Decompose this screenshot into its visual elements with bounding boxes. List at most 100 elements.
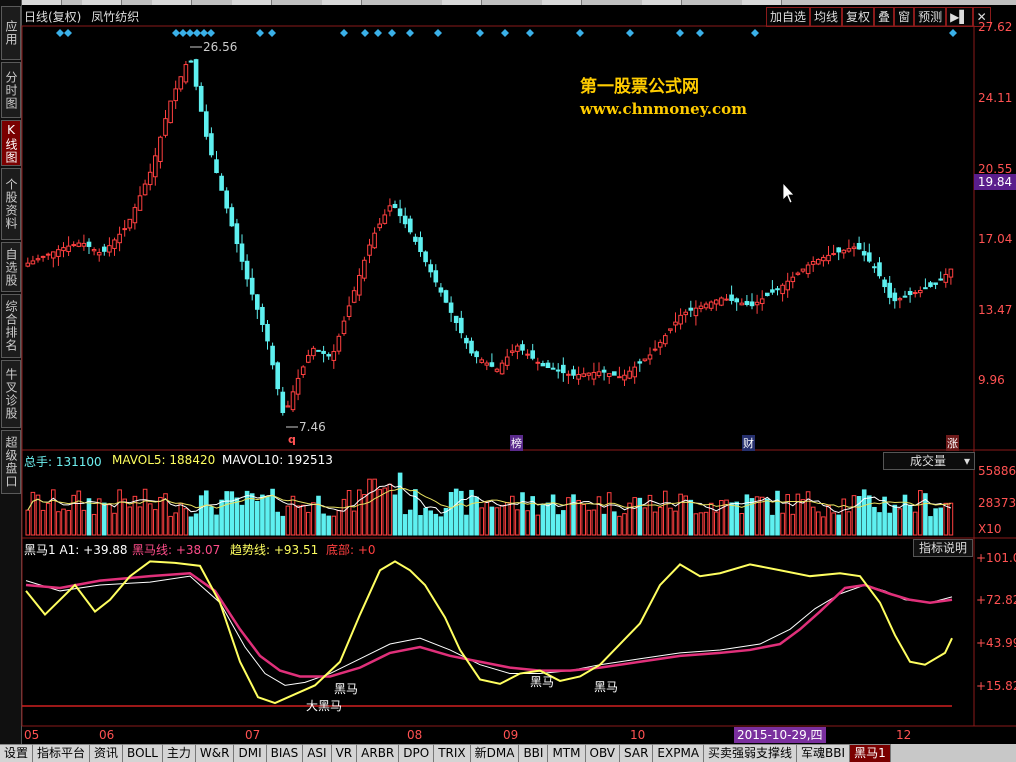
heima-line (25, 571, 953, 678)
volume-bar (423, 507, 428, 536)
volume-bar (295, 505, 301, 536)
volume-bar (86, 498, 92, 536)
volume-bar (668, 507, 673, 536)
volume-bar (520, 492, 525, 536)
mavol5-label: MAVOL5: 188420 (112, 453, 216, 467)
candle-body (290, 391, 296, 411)
date-tick: 09 (503, 728, 519, 742)
candle-body (453, 315, 459, 324)
bottom-tab[interactable]: DMI (234, 744, 267, 762)
volume-bar (800, 499, 806, 536)
candle-body (255, 294, 260, 310)
candle-body (918, 289, 923, 294)
mavol10-label: MAVOL10: 192513 (222, 453, 333, 467)
bottom-tab[interactable]: BOLL (123, 744, 163, 762)
candle-body (708, 301, 714, 309)
volume-bar (188, 516, 194, 536)
event-mark[interactable]: 涨 (946, 435, 959, 451)
bottom-tab[interactable]: 新DMA (470, 744, 520, 762)
volume-unit: X10 (978, 522, 1002, 536)
candle-body (61, 247, 66, 252)
candle-body (209, 133, 214, 156)
event-mark[interactable]: 榜 (510, 435, 523, 451)
volume-bar (102, 502, 107, 536)
volume-bar (336, 510, 342, 536)
bottom-tab[interactable]: TRIX (434, 744, 471, 762)
volume-bar (51, 489, 56, 536)
trend-line (25, 560, 953, 705)
bottom-tab[interactable]: EXPMA (653, 744, 705, 762)
candle-body (581, 373, 587, 377)
volume-bar (45, 502, 51, 536)
volume-bar (214, 514, 219, 536)
volume-bar (622, 513, 627, 536)
candle-body (647, 354, 653, 360)
candle-body (76, 242, 82, 247)
candle-body (423, 251, 428, 263)
bottom-tab[interactable]: ASI (303, 744, 332, 762)
volume-bar (153, 509, 158, 536)
candle-body (714, 299, 719, 305)
volume-bar (173, 512, 178, 536)
candle-body (71, 244, 77, 247)
candle-body (341, 320, 347, 335)
bottom-tab[interactable]: ARBR (357, 744, 400, 762)
volume-bar (428, 510, 433, 536)
date-tick: 10 (630, 728, 646, 742)
candle-body (867, 252, 872, 262)
bottom-tab[interactable]: VR (331, 744, 358, 762)
volume-bar (81, 509, 87, 536)
price-tick: 13.47 (978, 303, 1013, 317)
volume-bar (657, 506, 663, 536)
candle-body (153, 155, 158, 178)
bottom-tab[interactable]: 设置 (0, 744, 34, 762)
bottom-tab[interactable]: BIAS (266, 744, 304, 762)
candle-body (749, 301, 755, 307)
date-tick: 12 (896, 728, 912, 742)
bottom-tab[interactable]: 主力 (162, 744, 196, 762)
candle-body (107, 245, 112, 253)
diamond-icon (64, 29, 72, 37)
volume-bar (448, 492, 454, 536)
bottom-tab[interactable]: BBI (519, 744, 549, 762)
volume-bar (795, 493, 801, 536)
event-mark[interactable]: 财 (742, 435, 755, 451)
bottom-tab[interactable]: OBV (585, 744, 621, 762)
bottom-tab[interactable]: MTM (548, 744, 586, 762)
candle-body (642, 358, 648, 362)
volume-indicator-select[interactable]: 成交量 ▾ (883, 452, 975, 470)
volume-bar (71, 494, 77, 536)
volume-bar (357, 489, 362, 536)
volume-bar (928, 516, 933, 536)
candle-body (826, 254, 831, 262)
event-mark[interactable]: q (288, 433, 296, 446)
volume-bar (652, 511, 658, 536)
candle-body (897, 298, 903, 301)
candle-body (734, 298, 740, 303)
volume-bar (775, 490, 780, 536)
volume-bar (137, 506, 143, 536)
volume-bar (183, 508, 189, 536)
candle-body (387, 205, 393, 212)
bottom-tab[interactable]: 军魂BBI (797, 744, 851, 762)
indicator-explain-button[interactable]: 指标说明 (913, 539, 973, 557)
bottom-tab[interactable]: 指标平台 (33, 744, 91, 762)
diamond-icon (340, 29, 348, 37)
bottom-tab[interactable]: SAR (620, 744, 654, 762)
bottom-tab[interactable]: 资讯 (90, 744, 124, 762)
volume-bar (765, 498, 770, 536)
chart-canvas[interactable] (0, 0, 1016, 744)
candle-body (678, 314, 683, 325)
candle-body (25, 262, 31, 267)
candle-body (535, 361, 541, 364)
candle-body (66, 245, 71, 253)
candle-body (484, 362, 490, 366)
bottom-tab[interactable]: DPO (399, 744, 435, 762)
volume-bar (290, 495, 296, 536)
volume-bar (362, 494, 367, 536)
bottom-tab[interactable]: 黑马1 (850, 744, 891, 762)
bottom-tab[interactable]: 买卖强弱支撑线 (704, 744, 798, 762)
volume-bar (260, 494, 265, 536)
volume-bar (204, 490, 209, 536)
bottom-tab[interactable]: W&R (195, 744, 235, 762)
